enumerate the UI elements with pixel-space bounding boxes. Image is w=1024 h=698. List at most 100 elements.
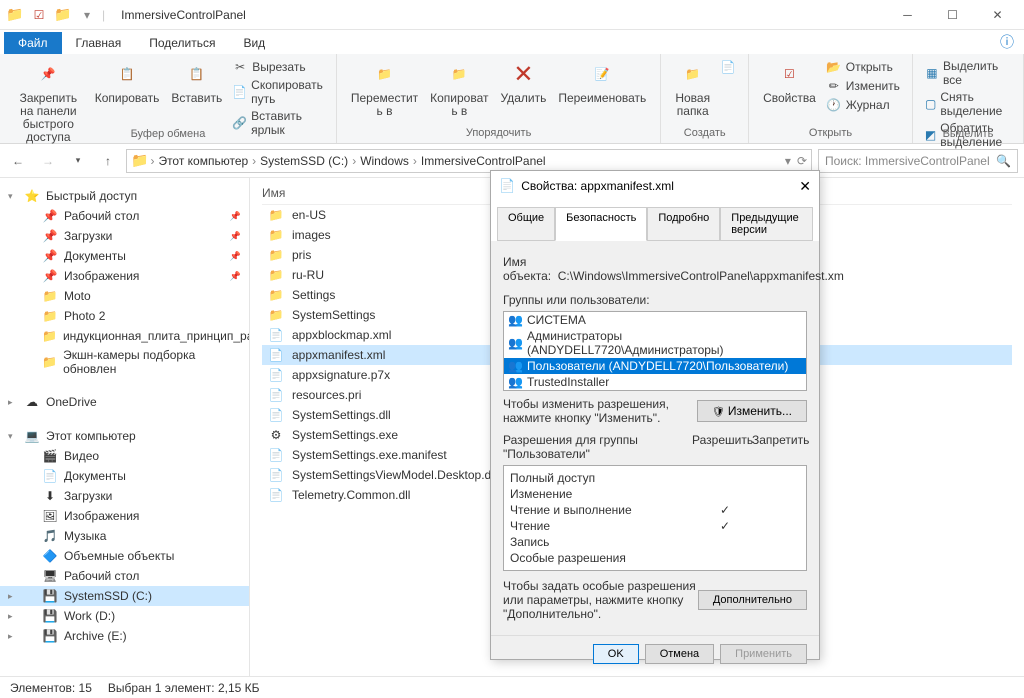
sidebar-item[interactable]: 📁Moto <box>0 286 249 306</box>
sidebar-item[interactable]: 📄Документы <box>0 466 249 486</box>
group-open-label: Открыть <box>809 127 852 141</box>
sidebar-item[interactable]: 📌Документы📌 <box>0 246 249 266</box>
move-to-button[interactable]: 📁Переместит ь в <box>345 56 424 120</box>
search-icon: 🔍 <box>996 154 1011 168</box>
change-hint: Чтобы изменить разрешения, нажмите кнопк… <box>503 397 697 425</box>
dialog-tab[interactable]: Предыдущие версии <box>720 207 813 241</box>
ribbon: ⓘ 📌Закрепить на панели быстрого доступа … <box>0 54 1024 144</box>
cancel-button[interactable]: Отмена <box>645 644 714 664</box>
sidebar-item[interactable]: 🖥Рабочий стол <box>0 566 249 586</box>
dialog-tab[interactable]: Общие <box>497 207 555 241</box>
change-permissions-button[interactable]: 🛡 Изменить... <box>697 400 807 422</box>
sidebar-item[interactable]: 🖼Изображения <box>0 506 249 526</box>
permission-row: Чтение и выполнение✓ <box>510 502 800 518</box>
qat-dropdown-icon[interactable]: ▾ <box>76 4 98 26</box>
forward-button[interactable]: → <box>36 149 60 173</box>
qat-folder-icon[interactable] <box>4 4 26 26</box>
group-item[interactable]: 👥Администраторы (ANDYDELL7720\Администра… <box>504 328 806 358</box>
group-clipboard-label: Буфер обмена <box>131 128 206 142</box>
new-folder-button[interactable]: 📁Новая папка <box>669 56 716 120</box>
sidebar-item[interactable]: 📁Photo 2 <box>0 306 249 326</box>
select-all-button[interactable]: ▦Выделить все <box>921 58 1015 88</box>
sidebar-item[interactable]: ▸💾Work (D:) <box>0 606 249 626</box>
sidebar-item[interactable]: ▸💾SystemSSD (C:) <box>0 586 249 606</box>
cut-button[interactable]: ✂Вырезать <box>228 58 328 76</box>
status-selection: Выбран 1 элемент: 2,15 КБ <box>108 681 260 695</box>
sidebar-item[interactable]: ▾⭐Быстрый доступ <box>0 186 249 206</box>
permission-row: Запись <box>510 534 800 550</box>
copy-path-button[interactable]: 📄Скопировать путь <box>228 77 328 107</box>
groups-listbox[interactable]: 👥СИСТЕМА👥Администраторы (ANDYDELL7720\Ад… <box>503 311 807 391</box>
tab-file[interactable]: Файл <box>4 32 62 54</box>
ok-button[interactable]: OK <box>593 644 639 664</box>
minimize-button[interactable]: ─ <box>885 0 930 30</box>
dialog-tab[interactable]: Подробно <box>647 207 720 241</box>
sidebar-item[interactable]: 📁Экшн-камеры подборка обновлен <box>0 346 249 378</box>
sidebar-item[interactable]: ▸💾Archive (E:) <box>0 626 249 646</box>
advanced-button[interactable]: Дополнительно <box>698 590 807 610</box>
back-button[interactable]: ← <box>6 149 30 173</box>
search-input[interactable]: Поиск: ImmersiveControlPanel 🔍 <box>818 149 1018 173</box>
allow-column: Разрешить <box>692 433 752 461</box>
dialog-tab[interactable]: Безопасность <box>555 207 647 241</box>
search-placeholder: Поиск: ImmersiveControlPanel <box>825 154 990 168</box>
help-chevron-icon[interactable]: ⓘ <box>1000 32 1014 52</box>
new-item-button[interactable]: 📄 <box>716 58 740 76</box>
refresh-icon[interactable]: ⟳ <box>797 154 807 168</box>
ribbon-tabs: Файл Главная Поделиться Вид <box>0 30 1024 54</box>
paste-button[interactable]: 📋Вставить <box>165 56 228 107</box>
status-item-count: Элементов: 15 <box>10 681 92 695</box>
groups-label: Группы или пользователи: <box>503 293 807 307</box>
titlebar: ☑ ▾ | ImmersiveControlPanel ─ ☐ ✕ <box>0 0 1024 30</box>
group-item[interactable]: 👥Пользователи (ANDYDELL7720\Пользователи… <box>504 358 806 374</box>
open-button[interactable]: 📂Открыть <box>822 58 904 76</box>
breadcrumb-item[interactable]: SystemSSD (C:) <box>258 154 350 168</box>
pin-quickaccess-button[interactable]: 📌Закрепить на панели быстрого доступа <box>8 56 89 146</box>
up-button[interactable]: ↑ <box>96 149 120 173</box>
breadcrumb-item[interactable]: Этот компьютер <box>156 154 250 168</box>
dialog-file-icon <box>499 178 515 194</box>
properties-button[interactable]: ☑Свойства <box>757 56 822 107</box>
group-select-label: Выделить <box>943 128 994 142</box>
copy-to-button[interactable]: 📁Копироват ь в <box>424 56 494 120</box>
copy-button[interactable]: 📋Копировать <box>89 56 166 107</box>
recent-dropdown[interactable]: ▾ <box>66 149 90 173</box>
apply-button[interactable]: Применить <box>720 644 807 664</box>
rename-button[interactable]: 📝Переименовать <box>552 56 652 107</box>
deny-column: Запретить <box>752 433 807 461</box>
maximize-button[interactable]: ☐ <box>930 0 975 30</box>
dialog-close-button[interactable]: ✕ <box>799 178 811 195</box>
delete-button[interactable]: ✕Удалить <box>495 56 553 107</box>
properties-dialog: Свойства: appxmanifest.xml ✕ ОбщиеБезопа… <box>490 170 820 660</box>
breadcrumb-item[interactable]: ImmersiveControlPanel <box>419 154 548 168</box>
permission-row: Особые разрешения <box>510 550 800 566</box>
addr-dropdown-icon[interactable]: ▾ <box>785 154 791 168</box>
qat-check-icon[interactable]: ☑ <box>28 4 50 26</box>
group-item[interactable]: 👥СИСТЕМА <box>504 312 806 328</box>
sidebar-item[interactable]: ⬇Загрузки <box>0 486 249 506</box>
sidebar-item[interactable]: 📌Загрузки📌 <box>0 226 249 246</box>
sidebar-item[interactable]: 📌Изображения📌 <box>0 266 249 286</box>
sidebar-item[interactable]: 📁индукционная_плита_принцип_раб <box>0 326 249 346</box>
tab-home[interactable]: Главная <box>62 32 136 54</box>
address-bar[interactable]: › Этот компьютер› SystemSSD (C:)› Window… <box>126 149 812 173</box>
sidebar-item[interactable]: ▾💻Этот компьютер <box>0 426 249 446</box>
sidebar-item[interactable]: 🎵Музыка <box>0 526 249 546</box>
sidebar-item[interactable]: 📌Рабочий стол📌 <box>0 206 249 226</box>
sidebar-item[interactable]: ▸☁OneDrive <box>0 392 249 412</box>
history-button[interactable]: 🕐Журнал <box>822 96 904 114</box>
sidebar-item[interactable]: 🎬Видео <box>0 446 249 466</box>
permissions-label: Разрешения для группы "Пользователи" <box>503 433 692 461</box>
close-button[interactable]: ✕ <box>975 0 1020 30</box>
dialog-title: Свойства: appxmanifest.xml <box>521 179 674 193</box>
tab-view[interactable]: Вид <box>229 32 279 54</box>
tab-share[interactable]: Поделиться <box>135 32 229 54</box>
select-none-button[interactable]: ▢Снять выделение <box>921 89 1015 119</box>
sidebar-item[interactable]: 🔷Объемные объекты <box>0 546 249 566</box>
group-item[interactable]: 👥TrustedInstaller <box>504 374 806 390</box>
paste-shortcut-button[interactable]: 🔗Вставить ярлык <box>228 108 328 138</box>
qat-folder2-icon[interactable] <box>52 4 74 26</box>
advanced-hint: Чтобы задать особые разрешения или парам… <box>503 579 698 621</box>
breadcrumb-item[interactable]: Windows <box>358 154 411 168</box>
edit-button[interactable]: ✏Изменить <box>822 77 904 95</box>
